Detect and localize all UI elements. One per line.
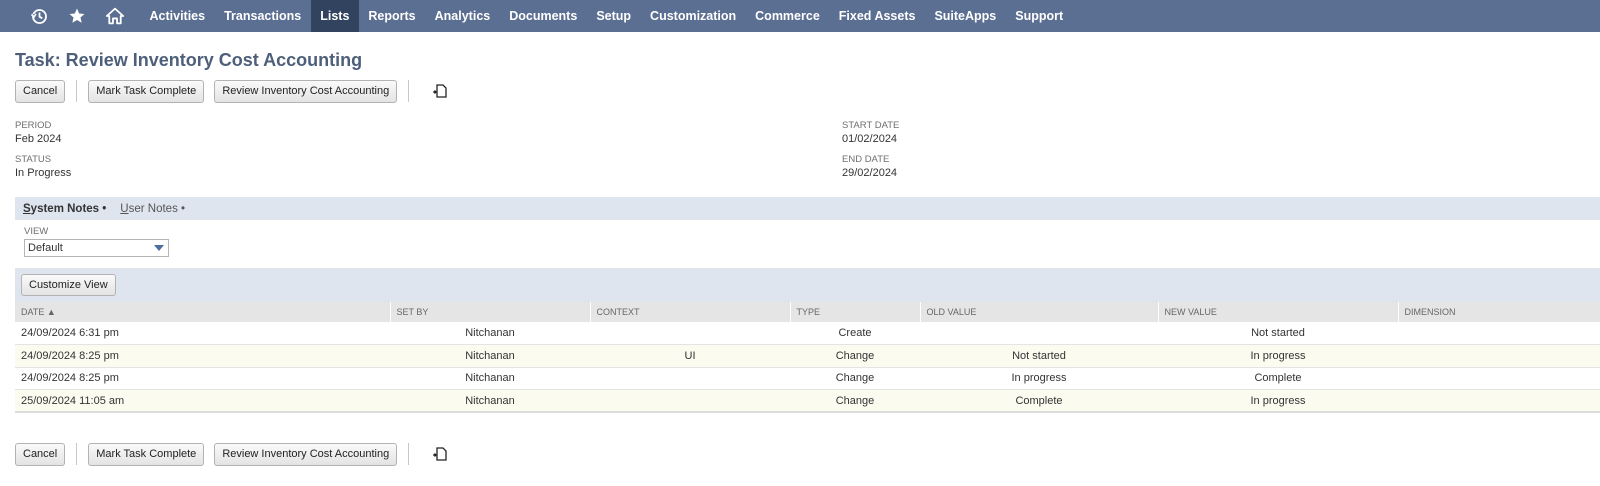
- cell-set-by: Nitchanan: [390, 322, 590, 345]
- cell-set-by: Nitchanan: [390, 389, 590, 413]
- review-inventory-cost-accounting-button[interactable]: Review Inventory Cost Accounting: [214, 79, 398, 103]
- start-date-field: START DATE 01/02/2024: [842, 120, 899, 147]
- cell-dimension: [1398, 344, 1600, 368]
- end-date-value: 29/02/2024: [842, 167, 898, 179]
- end-date-field: END DATE 29/02/2024: [842, 154, 897, 181]
- button-divider: [76, 443, 78, 465]
- table-header-row: DATE ▲ SET BY CONTEXT TYPE OLD VALUE NEW…: [15, 302, 1600, 322]
- print-icon[interactable]: [432, 446, 448, 462]
- cell-context: [590, 389, 790, 413]
- cell-new-value: In progress: [1158, 389, 1398, 413]
- home-icon[interactable]: [96, 0, 134, 32]
- nav-menu: Activities Transactions Lists Reports Analyt…: [140, 0, 1073, 32]
- cell-new-value: In progress: [1158, 344, 1398, 368]
- nav-item-activities[interactable]: Activities: [140, 0, 215, 32]
- customize-view-button[interactable]: Customize View: [21, 274, 116, 296]
- view-select[interactable]: Default: [24, 239, 169, 257]
- customize-bar: Customize View: [15, 268, 1600, 302]
- nav-item-lists[interactable]: Lists: [310, 0, 359, 32]
- header-date[interactable]: DATE ▲: [15, 302, 391, 322]
- tab-user-notes[interactable]: User Notes •: [120, 203, 185, 215]
- period-value: Feb 2024: [15, 133, 62, 145]
- table-row: 25/09/2024 11:05 am Nitchanan Change Comple…: [15, 389, 1600, 413]
- nav-item-setup[interactable]: Setup: [587, 0, 641, 32]
- cell-old-value: Complete: [920, 389, 1158, 413]
- start-date-label: START DATE: [842, 120, 900, 131]
- table-row: 24/09/2024 6:31 pm Nitchanan Create Not sta…: [15, 322, 1600, 345]
- cell-date: 24/09/2024 6:31 pm: [15, 322, 390, 345]
- page-title: Task: Review Inventory Cost Accounting: [15, 50, 363, 70]
- cell-dimension: [1398, 389, 1600, 413]
- view-label: VIEW: [24, 226, 49, 237]
- cell-old-value: In progress: [920, 367, 1158, 390]
- nav-item-reports[interactable]: Reports: [359, 0, 425, 32]
- nav-item-commerce[interactable]: Commerce: [746, 0, 830, 32]
- cell-old-value: Not started: [920, 344, 1158, 368]
- nav-item-documents[interactable]: Documents: [500, 0, 587, 32]
- print-icon[interactable]: [432, 83, 448, 99]
- end-date-label: END DATE: [842, 154, 890, 165]
- start-date-value: 01/02/2024: [842, 133, 898, 145]
- cell-type: Change: [790, 389, 920, 413]
- bottom-button-bar: Cancel Mark Task Complete Review Invento…: [15, 442, 448, 466]
- button-divider: [408, 443, 410, 465]
- nav-item-customization[interactable]: Customization: [641, 0, 746, 32]
- header-new-value[interactable]: NEW VALUE: [1158, 302, 1399, 322]
- button-divider: [76, 80, 78, 102]
- cell-dimension: [1398, 367, 1600, 390]
- cell-context: [590, 367, 790, 390]
- cell-date: 24/09/2024 8:25 pm: [15, 367, 390, 390]
- cell-set-by: Nitchanan: [390, 344, 590, 368]
- period-field: PERIOD Feb 2024: [15, 120, 61, 147]
- cell-context: UI: [590, 344, 790, 368]
- header-set-by[interactable]: SET BY: [390, 302, 591, 322]
- header-type[interactable]: TYPE: [790, 302, 921, 322]
- view-filter-area: VIEW Default: [15, 220, 1600, 268]
- cell-set-by: Nitchanan: [390, 367, 590, 390]
- subtab-bar: System Notes • User Notes •: [15, 197, 1600, 220]
- nav-item-transactions[interactable]: Transactions: [215, 0, 311, 32]
- view-selected-value: Default: [28, 242, 63, 254]
- cell-new-value: Complete: [1158, 367, 1398, 390]
- period-label: PERIOD: [15, 120, 52, 131]
- cell-dimension: [1398, 322, 1600, 345]
- system-notes-table: DATE ▲ SET BY CONTEXT TYPE OLD VALUE NEW…: [15, 302, 1600, 413]
- status-value: In Progress: [15, 167, 72, 179]
- cell-type: Change: [790, 344, 920, 368]
- table-row: 24/09/2024 8:25 pm Nitchanan UI Change Not s…: [15, 344, 1600, 368]
- button-divider: [408, 80, 410, 102]
- cell-type: Change: [790, 367, 920, 390]
- top-button-bar: Cancel Mark Task Complete Review Invento…: [15, 79, 448, 103]
- cell-type: Create: [790, 322, 920, 345]
- chevron-down-icon: [154, 245, 164, 251]
- header-old-value[interactable]: OLD VALUE: [920, 302, 1159, 322]
- mark-task-complete-button[interactable]: Mark Task Complete: [88, 79, 205, 103]
- header-context[interactable]: CONTEXT: [590, 302, 791, 322]
- table-row: 24/09/2024 8:25 pm Nitchanan Change In prog…: [15, 367, 1600, 390]
- tab-system-notes[interactable]: System Notes •: [23, 203, 106, 215]
- cell-date: 25/09/2024 11:05 am: [15, 389, 390, 413]
- main-navigation: Activities Transactions Lists Reports Analyt…: [0, 0, 1600, 32]
- cancel-button[interactable]: Cancel: [15, 79, 66, 103]
- header-dimension[interactable]: DIMENSION: [1398, 302, 1600, 322]
- cancel-button[interactable]: Cancel: [15, 442, 66, 466]
- review-inventory-cost-accounting-button[interactable]: Review Inventory Cost Accounting: [214, 442, 398, 466]
- status-field: STATUS In Progress: [15, 154, 71, 181]
- star-icon[interactable]: [58, 0, 96, 32]
- nav-item-suiteapps[interactable]: SuiteApps: [925, 0, 1006, 32]
- cell-date: 24/09/2024 8:25 pm: [15, 344, 390, 368]
- cell-old-value: [920, 322, 1158, 345]
- nav-item-fixed-assets[interactable]: Fixed Assets: [829, 0, 925, 32]
- nav-item-analytics[interactable]: Analytics: [425, 0, 500, 32]
- cell-context: [590, 322, 790, 345]
- mark-task-complete-button[interactable]: Mark Task Complete: [88, 442, 205, 466]
- cell-new-value: Not started: [1158, 322, 1398, 345]
- recent-icon[interactable]: [20, 0, 58, 32]
- nav-item-support[interactable]: Support: [1006, 0, 1073, 32]
- status-label: STATUS: [15, 154, 52, 165]
